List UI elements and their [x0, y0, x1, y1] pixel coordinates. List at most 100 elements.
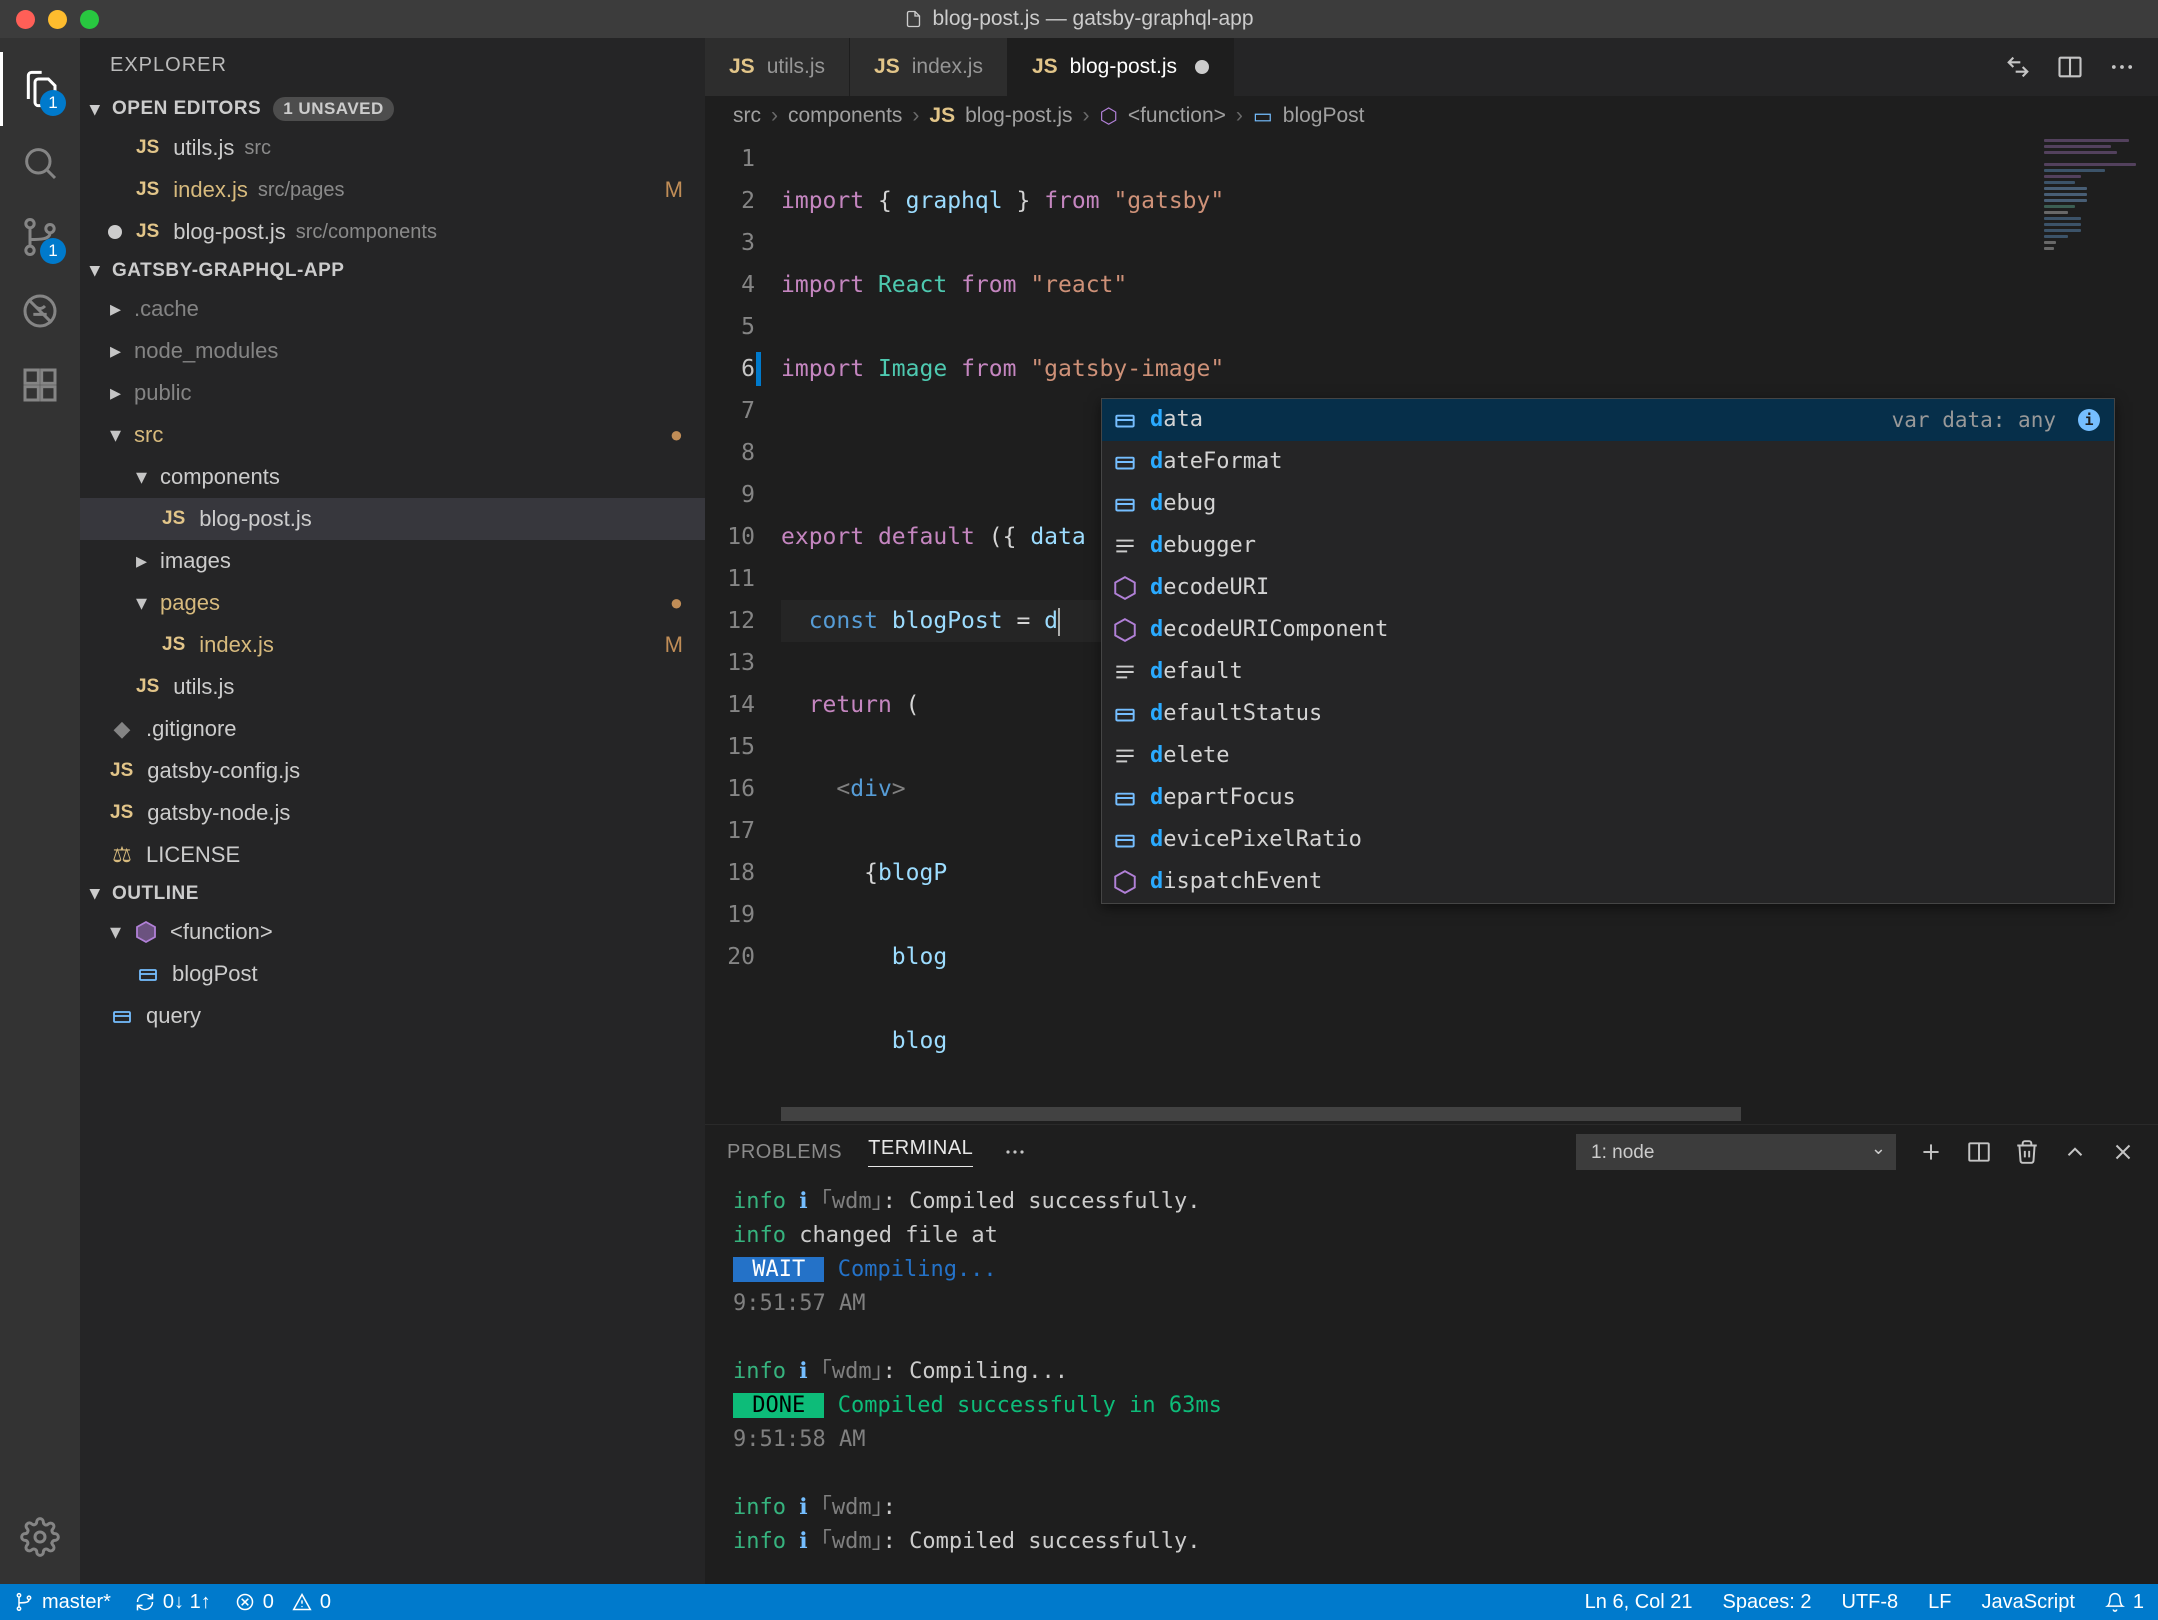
tab-blog-post-js[interactable]: JS blog-post.js: [1008, 38, 1234, 96]
search-icon: [20, 143, 60, 183]
suggest-var-icon: [1112, 449, 1138, 475]
terminal-select[interactable]: 1: node: [1576, 1134, 1896, 1170]
bottom-panel: PROBLEMS TERMINAL 1: node info ℹ ｢wdm｣: …: [705, 1124, 2158, 1584]
suggest-item[interactable]: datavar data: anyi: [1102, 399, 2114, 441]
breadcrumb-segment[interactable]: blog-post.js: [965, 104, 1072, 128]
panel-tab-terminal[interactable]: TERMINAL: [868, 1137, 973, 1167]
breadcrumb-segment[interactable]: blogPost: [1283, 104, 1365, 128]
close-window-button[interactable]: [16, 10, 35, 29]
activity-search[interactable]: [0, 126, 80, 200]
file-blog-post-js[interactable]: JSblog-post.js: [80, 498, 705, 540]
modified-badge: M: [665, 177, 697, 203]
editor-body[interactable]: 1 2 3 4 5 6 7 8 9 10 11 12 13 14 15 16 1…: [705, 136, 2158, 1104]
folder-components[interactable]: ▾components: [80, 456, 705, 498]
suggest-label: default: [1150, 651, 1243, 693]
breadcrumbs[interactable]: src › components › JS blog-post.js › ⬡ <…: [705, 96, 2158, 136]
breadcrumb-segment[interactable]: <function>: [1128, 104, 1226, 128]
panel-tab-problems[interactable]: PROBLEMS: [727, 1141, 842, 1164]
tab-utils-js[interactable]: JS utils.js: [705, 38, 850, 96]
suggest-item[interactable]: decodeURI: [1102, 567, 2114, 609]
info-icon[interactable]: i: [2078, 409, 2100, 431]
open-editor-item[interactable]: JS utils.js src: [80, 127, 705, 169]
activity-explorer[interactable]: 1: [0, 52, 80, 126]
maximize-window-button[interactable]: [80, 10, 99, 29]
line-gutter: 1 2 3 4 5 6 7 8 9 10 11 12 13 14 15 16 1…: [705, 136, 781, 1104]
project-name-label: GATSBY-GRAPHQL-APP: [112, 260, 344, 282]
outline-header[interactable]: ▾ OUTLINE: [80, 878, 705, 909]
split-terminal-icon[interactable]: [1966, 1139, 1992, 1165]
suggest-item[interactable]: departFocus: [1102, 777, 2114, 819]
suggest-item[interactable]: devicePixelRatio: [1102, 819, 2114, 861]
file-index-js[interactable]: JSindex.jsM: [80, 624, 705, 666]
status-errors[interactable]: 0 0: [235, 1591, 331, 1614]
warning-icon: [292, 1592, 312, 1612]
folder-node-modules[interactable]: ▸node_modules: [80, 330, 705, 372]
suggest-item[interactable]: debug: [1102, 483, 2114, 525]
minimize-window-button[interactable]: [48, 10, 67, 29]
folder-images[interactable]: ▸images: [80, 540, 705, 582]
js-file-icon: JS: [929, 104, 955, 128]
outline-function[interactable]: ▾ <function>: [80, 911, 705, 953]
suggest-item[interactable]: debugger: [1102, 525, 2114, 567]
close-icon[interactable]: [2110, 1139, 2136, 1165]
suggest-label: data: [1150, 399, 1203, 441]
activity-debug[interactable]: [0, 274, 80, 348]
status-spaces[interactable]: Spaces: 2: [1723, 1591, 1812, 1614]
status-lncol[interactable]: Ln 6, Col 21: [1585, 1591, 1693, 1614]
trash-icon[interactable]: [2014, 1139, 2040, 1165]
open-editors-label: OPEN EDITORS: [112, 98, 261, 120]
suggest-item[interactable]: decodeURIComponent: [1102, 609, 2114, 651]
horizontal-scrollbar[interactable]: [781, 1104, 2158, 1124]
folder-src[interactable]: ▾src●: [80, 414, 705, 456]
activity-extensions[interactable]: [0, 348, 80, 422]
file-gitignore[interactable]: ◆ .gitignore: [80, 708, 705, 750]
folder-public[interactable]: ▸public: [80, 372, 705, 414]
status-branch[interactable]: master*: [14, 1591, 111, 1614]
more-icon[interactable]: [1003, 1140, 1027, 1164]
suggest-item[interactable]: default: [1102, 651, 2114, 693]
file-utils-js[interactable]: JSutils.js: [80, 666, 705, 708]
js-file-icon: JS: [1032, 55, 1058, 79]
suggest-item[interactable]: defaultStatus: [1102, 693, 2114, 735]
folder-cache[interactable]: ▸.cache: [80, 288, 705, 330]
suggest-item[interactable]: dateFormat: [1102, 441, 2114, 483]
suggest-item[interactable]: delete: [1102, 735, 2114, 777]
folder-pages[interactable]: ▾pages●: [80, 582, 705, 624]
terminal-output[interactable]: info ℹ ｢wdm｣: Compiled successfully.info…: [705, 1179, 2158, 1584]
js-file-icon: JS: [110, 802, 133, 824]
file-gatsby-config[interactable]: JSgatsby-config.js: [80, 750, 705, 792]
file-license[interactable]: ⚖ LICENSE: [80, 834, 705, 876]
open-editors-header[interactable]: ▾ OPEN EDITORS 1 UNSAVED: [80, 93, 705, 125]
suggest-var-icon: [1112, 407, 1138, 433]
project-header[interactable]: ▾ GATSBY-GRAPHQL-APP: [80, 255, 705, 286]
file-gatsby-node[interactable]: JSgatsby-node.js: [80, 792, 705, 834]
split-editor-icon[interactable]: [2056, 53, 2084, 81]
status-feedback[interactable]: 1: [2105, 1591, 2144, 1614]
breadcrumb-segment[interactable]: components: [788, 104, 902, 128]
breadcrumb-segment[interactable]: src: [733, 104, 761, 128]
scrollbar-thumb[interactable]: [781, 1107, 1741, 1121]
status-sync[interactable]: 0↓ 1↑: [135, 1591, 211, 1614]
more-icon[interactable]: [2108, 53, 2136, 81]
suggest-kw-icon: [1112, 533, 1138, 559]
new-terminal-icon[interactable]: [1918, 1139, 1944, 1165]
status-eol[interactable]: LF: [1928, 1591, 1951, 1614]
panel-tabs: PROBLEMS TERMINAL 1: node: [705, 1125, 2158, 1179]
tab-index-js[interactable]: JS index.js: [850, 38, 1008, 96]
status-language[interactable]: JavaScript: [1982, 1591, 2075, 1614]
activity-scm[interactable]: 1: [0, 200, 80, 274]
compare-icon[interactable]: [2004, 53, 2032, 81]
status-encoding[interactable]: UTF-8: [1841, 1591, 1898, 1614]
suggest-item[interactable]: dispatchEvent: [1102, 861, 2114, 903]
outline-blogpost[interactable]: blogPost: [80, 953, 705, 995]
activity-settings[interactable]: [0, 1500, 80, 1574]
unsaved-dot-icon: [1195, 60, 1209, 74]
symbol-variable-icon: [110, 1004, 134, 1028]
outline-query[interactable]: query: [80, 995, 705, 1037]
suggest-fn-icon: [1112, 575, 1138, 601]
open-editor-item[interactable]: JS blog-post.js src/components: [80, 211, 705, 253]
chevron-up-icon[interactable]: [2062, 1139, 2088, 1165]
modified-badge: M: [665, 632, 697, 658]
code-content[interactable]: import { graphql } from "gatsby" import …: [781, 136, 2036, 1104]
open-editor-item[interactable]: JS index.js src/pages M: [80, 169, 705, 211]
